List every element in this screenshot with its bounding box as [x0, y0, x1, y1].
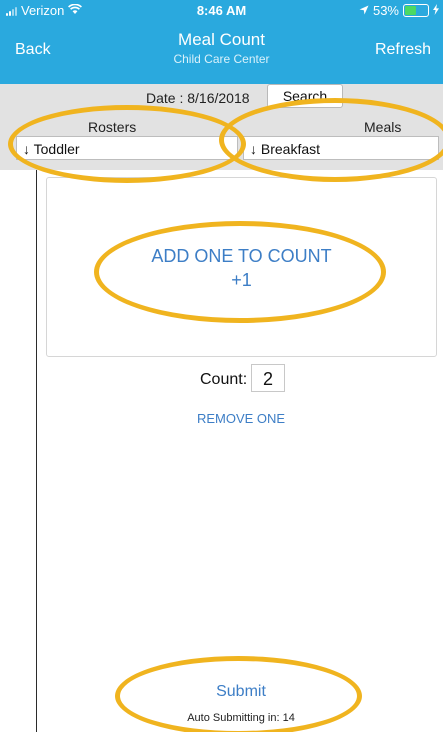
status-right: 53% — [359, 3, 439, 18]
add-one-button[interactable]: ADD ONE TO COUNT +1 — [46, 177, 437, 357]
submit-button[interactable]: Submit — [0, 683, 443, 701]
filter-panel: Date : 8/16/2018 Search Rosters Meals ↓ … — [0, 84, 443, 170]
search-button[interactable]: Search — [267, 84, 343, 108]
meal-select[interactable]: ↓ Breakfast — [243, 136, 439, 160]
left-divider — [36, 170, 37, 732]
battery-icon — [403, 4, 429, 17]
count-label: Count: — [200, 371, 248, 388]
status-bar: Verizon 8:46 AM 53% — [0, 0, 443, 22]
auto-submit-countdown: Auto Submitting in: 14 — [187, 712, 295, 724]
battery-level — [405, 6, 416, 15]
rosters-label: Rosters — [88, 119, 137, 135]
battery-percent: 53% — [372, 3, 399, 18]
refresh-button[interactable]: Refresh — [375, 41, 431, 59]
header-bar: Verizon 8:46 AM 53% Back Meal Count Chil… — [0, 0, 443, 84]
roster-select[interactable]: ↓ Toddler — [16, 136, 238, 160]
add-one-label: ADD ONE TO COUNT — [151, 246, 332, 266]
meals-label: Meals — [364, 119, 402, 135]
meal-count-screen: Verizon 8:46 AM 53% Back Meal Count Chil… — [0, 0, 443, 732]
remove-one-button[interactable]: REMOVE ONE — [0, 411, 443, 426]
date-label: Date : 8/16/2018 — [146, 90, 250, 106]
location-arrow-icon — [359, 3, 369, 18]
add-one-increment: +1 — [231, 270, 252, 290]
charging-bolt-icon — [433, 3, 439, 18]
count-value: 2 — [251, 364, 285, 392]
